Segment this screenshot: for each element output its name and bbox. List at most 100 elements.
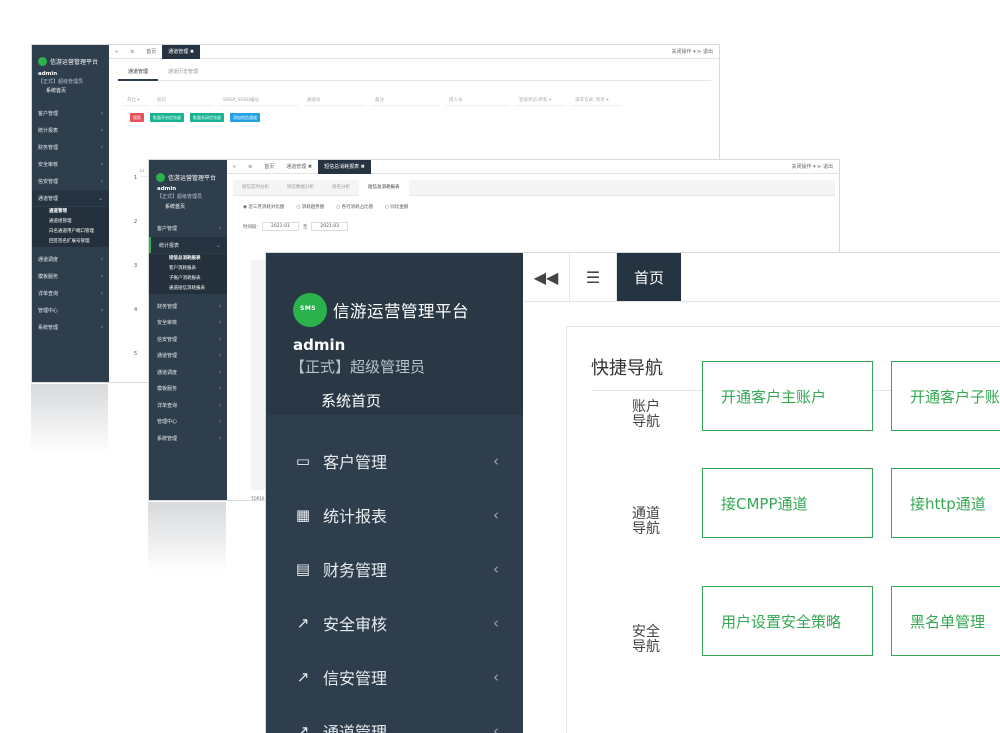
sidebar-item[interactable]: 信安管理 ‹ (149, 331, 227, 347)
sidebar-item[interactable]: 管理中心 ‹ (32, 302, 109, 318)
quick-nav-button[interactable]: 开通客户主账户 (702, 361, 873, 431)
tab-home[interactable]: 首页 (140, 48, 162, 55)
close-actions[interactable]: 关闭操作 ▾ ⊳ 退出 (786, 163, 839, 170)
sidebar-item[interactable]: 统计报表 ‹ (32, 122, 109, 138)
sidebar-item-label: 系统管理 (157, 435, 178, 442)
home-link[interactable]: 系统首页 (165, 203, 185, 210)
submenu-item[interactable]: 客户消耗报表 (149, 264, 227, 274)
tab-home[interactable]: 首页 (617, 253, 682, 301)
filter-field[interactable]: 开启 ▾ (124, 95, 148, 106)
action-button[interactable]: 添加短信通道 (230, 113, 260, 122)
sidebar-item[interactable]: 通道管理 ⌄ (32, 190, 109, 206)
menu-icon[interactable]: ≡ (242, 164, 258, 170)
subtab[interactable]: 短信数据分析 (278, 180, 323, 196)
subtab[interactable]: 短信实时分析 (233, 180, 278, 196)
menu-icon[interactable]: ☰ (570, 253, 617, 301)
sidebar-item[interactable]: 安全审核 ‹ (149, 315, 227, 331)
sidebar-item[interactable]: ↗ 安全审核 ‹ (266, 596, 523, 650)
submenu-item[interactable]: 通道短信消耗报表 (149, 284, 227, 294)
submenu-item[interactable]: 通道组管理 (32, 217, 109, 227)
chevron-icon: ‹ (100, 306, 103, 314)
sidebar-item[interactable]: 模板服务 ‹ (32, 268, 109, 284)
time-from-input[interactable]: 2021-01 (262, 222, 299, 231)
quick-nav-button[interactable]: 黑名单管理 (891, 586, 1000, 656)
submenu-item[interactable]: 短信总消耗报表 (149, 254, 227, 264)
checkbox-icon[interactable]: ☐ (140, 165, 144, 176)
sidebar-item[interactable]: 管理中心 ‹ (149, 414, 227, 430)
sidebar-item[interactable]: 财务管理 ‹ (149, 298, 227, 314)
sidebar-item[interactable]: ↗ 通道管理 ‹ (266, 704, 523, 733)
quick-nav-button[interactable]: 用户设置安全策略 (702, 586, 873, 656)
filter-field[interactable]: 标识 (154, 95, 214, 106)
tab-sms-report[interactable]: 短信总消耗报表 ✖ (318, 160, 371, 174)
sidebar-item[interactable]: 系统管理 ‹ (149, 430, 227, 446)
radio-option[interactable]: ○ 同比金额 (385, 204, 408, 210)
sidebar-item[interactable]: 通道调度 ‹ (32, 251, 109, 267)
profile-area: 信游运营管理平台 admin 【正式】超级管理员 系统首页 (266, 253, 523, 415)
sidebar-item-label: 模板服务 (38, 273, 59, 280)
radio-option[interactable]: ◉ 近三月消耗对比图 (243, 204, 284, 210)
sidebar-item-label: 安全审核 (38, 161, 59, 168)
subtab[interactable]: 排名分析 (323, 180, 359, 196)
filter-field[interactable]: SMSP_SEND编号 (220, 95, 298, 106)
filter-field[interactable]: 请求方式: 所有 ▾ (572, 95, 622, 106)
home-link[interactable]: 系统首页 (46, 87, 66, 94)
subtab[interactable]: 通道管理 (118, 63, 159, 81)
submenu-item[interactable]: 回签签名扩展号管理 (32, 237, 109, 247)
sidebar-item[interactable]: 通道管理 ‹ (149, 348, 227, 364)
time-to-input[interactable]: 2021-03 (311, 222, 349, 231)
subtab[interactable]: 通道历史管理 (158, 63, 208, 81)
sidebar-item[interactable]: 模板服务 ‹ (149, 381, 227, 397)
collapse-icon[interactable]: ◀◀ (523, 253, 570, 301)
sidebar-item[interactable]: 客户管理 ‹ (149, 220, 227, 236)
chevron-icon: ‹ (100, 177, 103, 185)
action-button[interactable]: 批量关闭优先级 (190, 113, 224, 122)
radio-option[interactable]: ○ 各行消耗占比图 (336, 204, 373, 210)
action-button[interactable]: 搜索 (130, 113, 144, 122)
card-icon: ▭ (295, 452, 311, 470)
sms-logo-icon (293, 293, 327, 327)
sidebar-item[interactable]: 详单查询 ‹ (32, 285, 109, 301)
sidebar-item-label: 统计报表 (38, 127, 59, 134)
tab-channel[interactable]: 通道管理 ✖ (280, 163, 318, 170)
sidebar-item[interactable]: 通道调度 ‹ (149, 364, 227, 380)
sidebar-item[interactable]: 系统管理 ‹ (32, 319, 109, 335)
sidebar-item[interactable]: 统计报表 ⌄ (149, 237, 227, 253)
collapse-icon[interactable]: « (109, 49, 124, 55)
sidebar-item[interactable]: ▦ 统计报表 ‹ (266, 488, 523, 542)
filter-field[interactable]: 登录状态:所有 ▾ (516, 95, 566, 106)
close-actions[interactable]: 关闭操作 ▾ ⊳ 退出 (666, 48, 719, 55)
action-button[interactable]: 批量开启优先级 (150, 113, 184, 122)
menu-icon[interactable]: ≡ (124, 49, 140, 55)
sidebar-item[interactable]: 信安管理 ‹ (32, 173, 109, 189)
filter-field[interactable]: 通道号 (304, 95, 366, 106)
chevron-left-icon: ‹ (493, 560, 499, 578)
tab-channel[interactable]: 通道管理 ✖ (162, 45, 201, 59)
chevron-icon: ‹ (218, 352, 221, 359)
sidebar-item[interactable]: ↗ 信安管理 ‹ (266, 650, 523, 704)
sidebar-item-label: 财务管理 (38, 144, 59, 151)
admin-role: 【正式】超级管理员 (290, 358, 426, 376)
submenu-item[interactable]: 白名通道用户端口管理 (32, 227, 109, 237)
submenu-item[interactable]: 通道管理 (32, 207, 109, 217)
tab-home[interactable]: 首页 (258, 163, 280, 170)
sidebar-item[interactable]: ▭ 客户管理 ‹ (266, 434, 523, 488)
collapse-icon[interactable]: « (227, 164, 242, 170)
chevron-left-icon: ‹ (493, 614, 499, 632)
subtab[interactable]: 短信总消耗报表 (359, 179, 409, 196)
sidebar-item[interactable]: 财务管理 ‹ (32, 139, 109, 155)
home-link[interactable]: 系统首页 (321, 390, 381, 411)
sidebar-item[interactable]: 安全审核 ‹ (32, 156, 109, 172)
sidebar-item[interactable]: 详单查询 ‹ (149, 397, 227, 413)
quick-nav-button[interactable]: 接CMPP通道 (702, 468, 873, 538)
sidebar-item[interactable]: ▤ 财务管理 ‹ (266, 542, 523, 596)
quick-nav-button[interactable]: 接http通道 (891, 468, 1000, 538)
filter-field[interactable]: 备注 (372, 95, 440, 106)
sms-logo-icon (38, 57, 47, 66)
quick-nav-button[interactable]: 开通客户子账户 (891, 361, 1000, 431)
brand: 信游运营管理平台 (38, 57, 98, 66)
radio-option[interactable]: ○ 消耗趋势图 (296, 204, 324, 210)
submenu-item[interactable]: 子账户消耗报表 (149, 274, 227, 284)
sidebar-item[interactable]: 客户管理 ‹ (32, 105, 109, 121)
filter-field[interactable]: 接入号 (446, 95, 510, 106)
